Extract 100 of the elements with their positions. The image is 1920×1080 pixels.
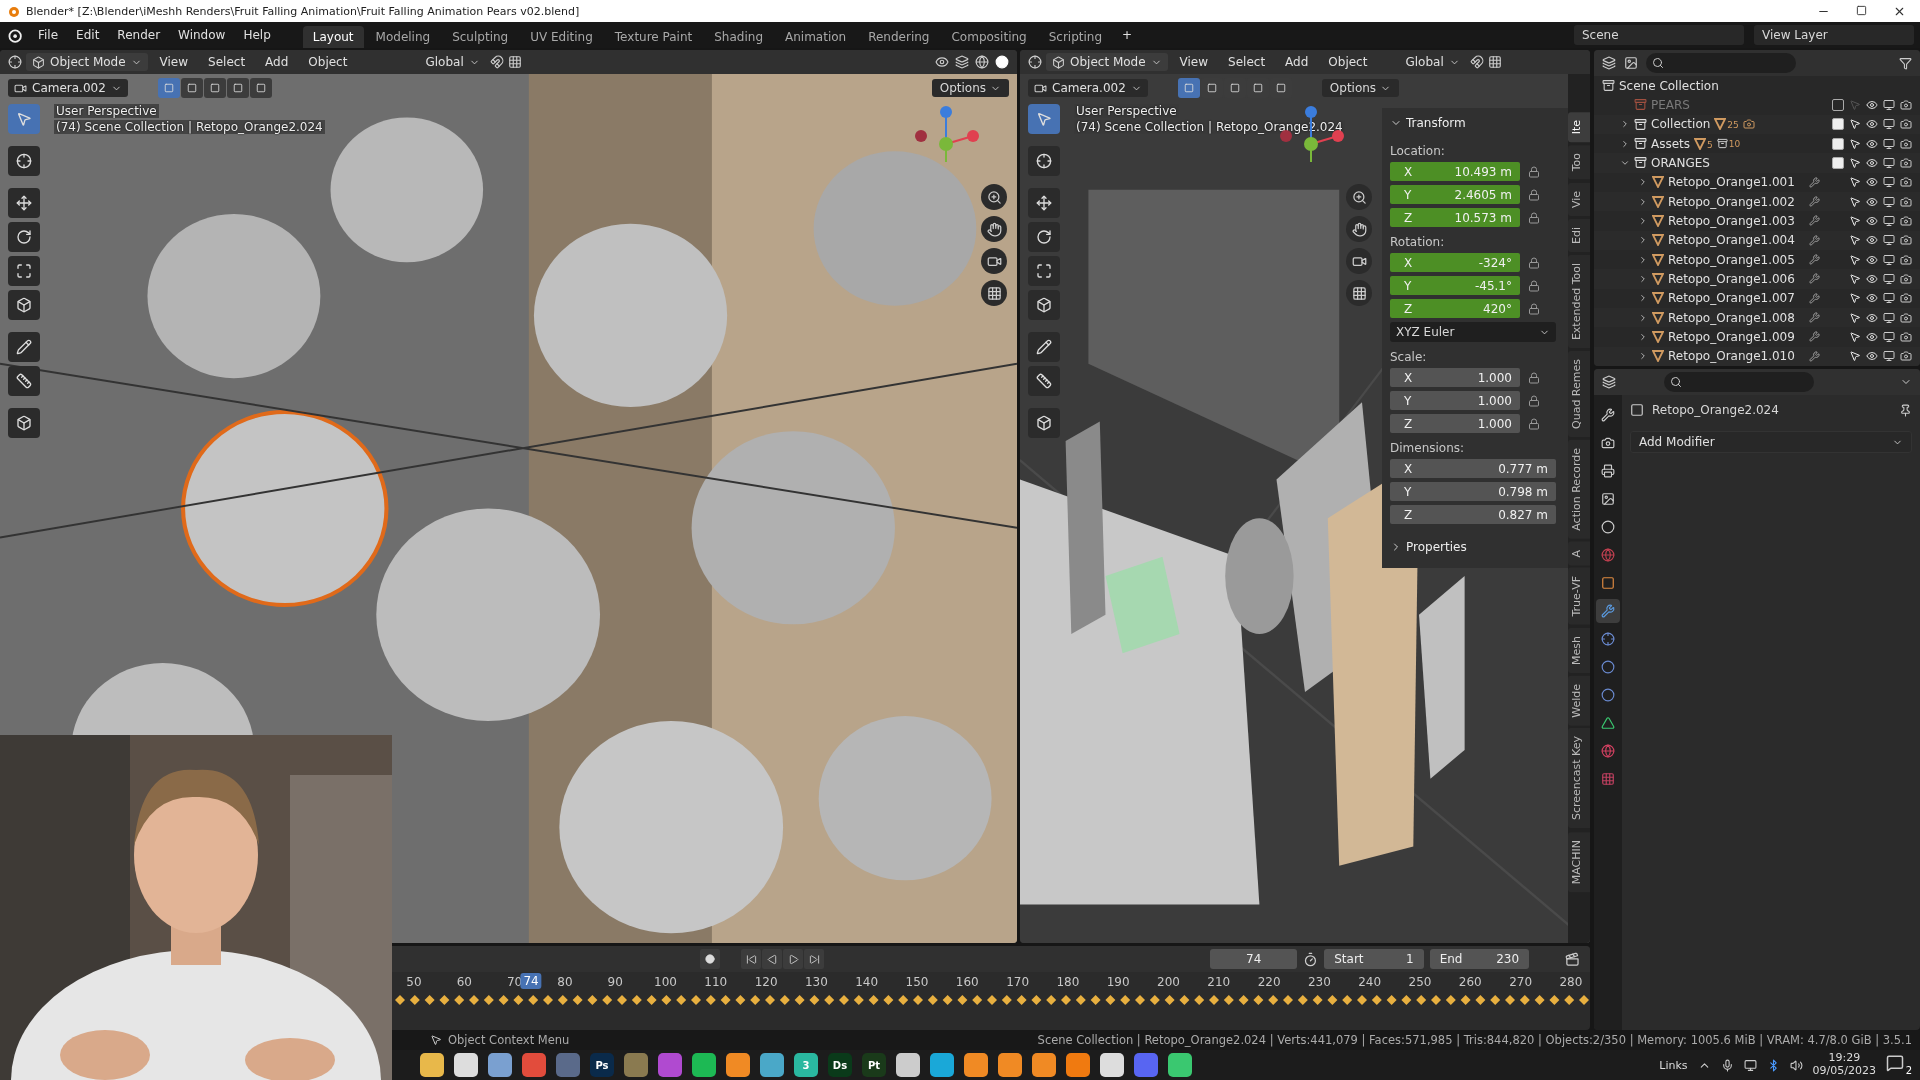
options-button[interactable]: Options (1321, 79, 1400, 97)
value-field[interactable]: Y 2.4605 m (1390, 185, 1520, 204)
menu-item[interactable]: Render (109, 25, 169, 45)
value-field[interactable]: Y 1.000 (1390, 391, 1520, 410)
menu-item[interactable]: Edit (68, 25, 108, 45)
workspace-tab[interactable]: Sculpting (442, 26, 519, 48)
sidebar-tab[interactable]: Vie (1568, 182, 1590, 216)
menu-item[interactable]: Add (257, 52, 297, 72)
count-label: 5 (1707, 139, 1713, 150)
item-name: PEARS (1651, 98, 1690, 112)
frame-number: 180 (1056, 975, 1080, 989)
menu-item[interactable]: Add (1277, 52, 1317, 72)
workspace-tab[interactable]: UV Editing (520, 26, 603, 48)
menu-item[interactable]: Object (300, 52, 356, 72)
workspace-tab[interactable]: Rendering (858, 26, 940, 48)
view-layer-selector[interactable]: View Layer (1754, 25, 1914, 45)
mode-dropdown[interactable]: Object Mode (26, 53, 148, 71)
sidebar-tab[interactable]: Extended Tool (1568, 254, 1590, 348)
menu-item[interactable]: File (30, 25, 67, 45)
panel-title: Transform (1406, 116, 1466, 130)
value-field[interactable]: Z 420° (1390, 299, 1520, 318)
object-name: Retopo_Orange2.024 (1652, 403, 1779, 417)
group-label: Rotation: (1390, 235, 1446, 249)
end-frame-field[interactable]: End 230 (1429, 949, 1530, 969)
workspace-tab[interactable]: Scripting (1038, 26, 1113, 48)
value-field[interactable]: Z 1.000 (1390, 414, 1520, 433)
value-field[interactable]: Y -45.1° (1390, 276, 1520, 295)
playhead[interactable]: 74 (520, 973, 542, 989)
orientation-dropdown[interactable]: Global (419, 53, 486, 71)
notifications-button[interactable]: 2 (1886, 1054, 1912, 1076)
workspace-tab[interactable]: Shading (704, 26, 773, 48)
add-workspace-button[interactable]: + (1114, 25, 1141, 45)
frame-number: 60 (456, 975, 472, 989)
group-label: Location: (1390, 144, 1446, 158)
outliner-row[interactable]: Scene Collection (1594, 76, 1920, 96)
item-name: Retopo_Orange1.002 (1668, 194, 1795, 209)
taskbar-app-icon[interactable]: Ps (590, 1053, 614, 1077)
workspace-tab[interactable]: Layout (302, 26, 364, 48)
workspace-tab[interactable]: Animation (775, 26, 857, 48)
frame-number: 280 (1559, 975, 1583, 989)
item-name: Retopo_Orange1.008 (1668, 310, 1795, 325)
taskbar-app-icon[interactable]: Pt (862, 1053, 886, 1077)
value-field[interactable]: X 0.777 m (1390, 459, 1556, 478)
outliner-row[interactable]: Retopo_Orange1.003 (1594, 211, 1920, 231)
taskbar-app-icon[interactable]: Ds (828, 1053, 852, 1077)
window-title: Blender* [Z:\Blender\iMeshh Renders\Fruit Falling Animation\Fruit Falling Animation Pears v02.blend] (26, 4, 580, 18)
tray-label: Links (1659, 1058, 1688, 1072)
frame-number: 130 (804, 975, 828, 989)
value-field[interactable]: Y 0.798 m (1390, 482, 1556, 501)
menu-item[interactable]: Help (235, 25, 279, 45)
workspace-tab[interactable]: Compositing (941, 26, 1037, 48)
menu-item[interactable]: Window (170, 25, 234, 45)
sidebar-tab[interactable]: Screencast Key (1568, 728, 1590, 829)
item-name: Assets (1651, 136, 1691, 151)
frame-number: 120 (754, 975, 778, 989)
sidebar-tab[interactable]: Mesh (1568, 627, 1590, 673)
frame-number: 220 (1257, 975, 1281, 989)
rotation-mode-dropdown[interactable]: XYZ Euler (1390, 322, 1556, 342)
menu-item[interactable]: Object (1320, 52, 1376, 72)
panel-title: Properties (1406, 540, 1467, 554)
item-name: Retopo_Orange1.006 (1668, 271, 1795, 286)
sidebar-tab[interactable]: Too (1568, 145, 1590, 180)
outliner-row[interactable]: Retopo_Orange1.005 (1594, 249, 1920, 270)
sidebar-tab[interactable]: MACHIN (1568, 831, 1590, 892)
menu-item[interactable]: Select (200, 52, 254, 72)
value-field[interactable]: Z 10.573 m (1390, 208, 1520, 227)
add-modifier-dropdown[interactable]: Add Modifier (1630, 431, 1912, 453)
workspace-tab[interactable]: Texture Paint (604, 26, 703, 48)
sidebar-tab[interactable]: Action Recorde (1568, 439, 1590, 539)
item-name: Retopo_Orange1.005 (1668, 252, 1795, 267)
frame-number: 70 (506, 975, 523, 989)
start-frame-field[interactable]: Start 1 (1324, 949, 1424, 969)
sidebar-tab[interactable]: Welde (1568, 675, 1590, 726)
frame-number: 170 (1006, 975, 1030, 989)
outliner-row[interactable]: Retopo_Orange1.009 (1594, 327, 1920, 347)
item-name: Scene Collection (1619, 78, 1719, 93)
workspace-tab[interactable]: Modeling (365, 26, 441, 48)
value-field[interactable]: X -324° (1390, 253, 1520, 272)
camera-dropdown[interactable]: Camera.002 (1028, 79, 1148, 97)
outliner-row[interactable]: Retopo_Orange1.001 (1594, 172, 1920, 192)
outliner-row[interactable]: Assets 5 10 (1594, 134, 1920, 154)
orientation-dropdown[interactable]: Global (1399, 53, 1466, 71)
status-hint: Object Context Menu (448, 1033, 570, 1047)
mode-dropdown[interactable]: Object Mode (1046, 53, 1168, 71)
sidebar-tab[interactable]: Ite (1568, 112, 1590, 143)
scene-selector[interactable]: Scene (1574, 25, 1744, 45)
outliner-row[interactable]: Retopo_Orange1.007 (1594, 288, 1920, 308)
sidebar-tab[interactable]: True-VF (1568, 568, 1590, 625)
sidebar-tab[interactable]: A (1568, 541, 1590, 566)
menu-item[interactable]: View (151, 52, 197, 72)
value-field[interactable]: Z 0.827 m (1390, 505, 1556, 524)
menu-item[interactable]: Select (1220, 52, 1274, 72)
value-field[interactable]: X 10.493 m (1390, 162, 1520, 181)
value-field[interactable]: X 1.000 (1390, 368, 1520, 387)
menu-item[interactable]: View (1171, 52, 1217, 72)
group-label: Dimensions: (1390, 441, 1466, 455)
sidebar-tab[interactable]: Edi (1568, 218, 1590, 252)
current-frame-field[interactable]: 74 (1210, 949, 1298, 969)
clock[interactable]: 19:29 09/05/2023 (1812, 1052, 1876, 1078)
sidebar-tab[interactable]: Quad Remes (1568, 350, 1590, 437)
